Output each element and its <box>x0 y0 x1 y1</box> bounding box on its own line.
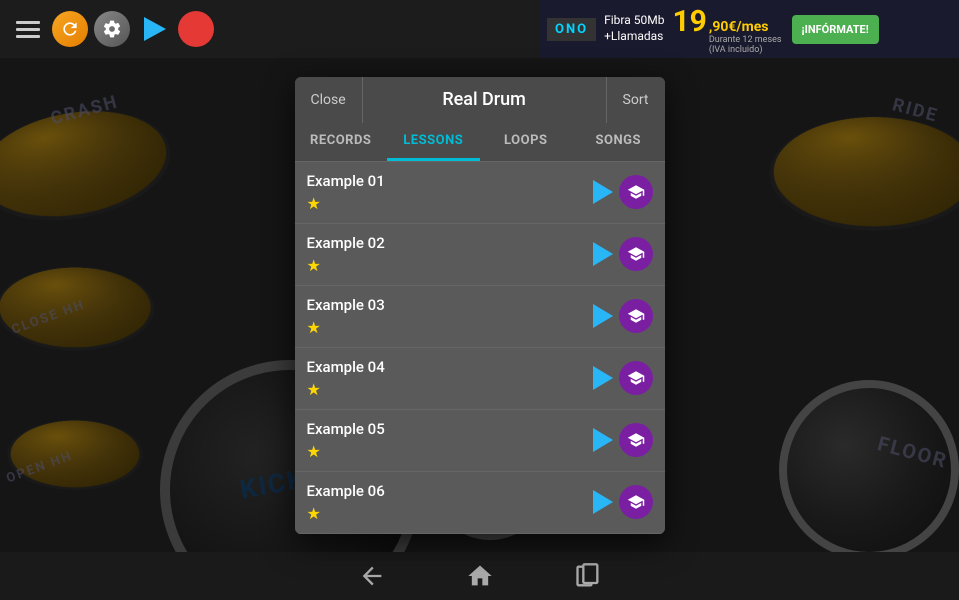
menu-button[interactable] <box>10 11 46 47</box>
modal-overlay: Close Real Drum Sort RECORDS LESSONS LOO… <box>0 58 959 552</box>
song-actions <box>593 485 653 519</box>
song-item-1: Example 01 ★ <box>295 162 665 224</box>
ad-price-note1: Durante 12 meses <box>709 35 782 45</box>
close-button[interactable]: Close <box>295 77 363 123</box>
back-button[interactable] <box>358 562 386 590</box>
song-play-button[interactable] <box>593 242 613 266</box>
song-info: Example 04 ★ <box>307 358 593 399</box>
song-actions <box>593 361 653 395</box>
tab-songs[interactable]: SONGS <box>572 123 665 161</box>
song-item-4: Example 04 ★ <box>295 348 665 410</box>
modal-tabs: RECORDS LESSONS LOOPS SONGS <box>295 123 665 162</box>
song-name: Example 05 <box>307 420 593 438</box>
song-actions <box>593 237 653 271</box>
refresh-button[interactable] <box>52 11 88 47</box>
tab-loops[interactable]: LOOPS <box>480 123 573 161</box>
song-lesson-button[interactable] <box>619 423 653 457</box>
song-item-2: Example 02 ★ <box>295 224 665 286</box>
sort-button[interactable]: Sort <box>606 77 665 123</box>
song-lesson-button[interactable] <box>619 299 653 333</box>
song-actions <box>593 423 653 457</box>
song-actions <box>593 299 653 333</box>
song-lesson-button[interactable] <box>619 237 653 271</box>
modal-title: Real Drum <box>363 89 606 110</box>
song-info: Example 05 ★ <box>307 420 593 461</box>
song-star: ★ <box>307 504 593 523</box>
song-info: Example 03 ★ <box>307 296 593 337</box>
song-name: Example 01 <box>307 172 593 190</box>
song-list: Example 01 ★ Example 02 ★ <box>295 162 665 534</box>
song-play-button[interactable] <box>593 490 613 514</box>
song-star: ★ <box>307 194 593 213</box>
song-play-button[interactable] <box>593 304 613 328</box>
song-name: Example 03 <box>307 296 593 314</box>
song-lesson-button[interactable] <box>619 361 653 395</box>
song-info: Example 01 ★ <box>307 172 593 213</box>
song-play-button[interactable] <box>593 428 613 452</box>
ad-price: 19 <box>672 4 706 39</box>
play-button[interactable] <box>136 11 172 47</box>
song-star: ★ <box>307 442 593 461</box>
song-star: ★ <box>307 380 593 399</box>
ad-banner[interactable]: ONO Fibra 50Mb +Llamadas 19 ,90€/mes Dur… <box>539 0 959 58</box>
settings-button[interactable] <box>94 11 130 47</box>
song-name: Example 02 <box>307 234 593 252</box>
song-name: Example 04 <box>307 358 593 376</box>
bottom-nav <box>0 552 959 600</box>
ad-text: Fibra 50Mb +Llamadas <box>604 13 664 44</box>
modal-header: Close Real Drum Sort <box>295 77 665 123</box>
ad-logo: ONO <box>547 18 596 41</box>
song-lesson-button[interactable] <box>619 485 653 519</box>
song-info: Example 02 ★ <box>307 234 593 275</box>
ad-price-note2: (IVA incluido) <box>709 45 782 55</box>
song-play-button[interactable] <box>593 180 613 204</box>
ad-price-decimal: ,90€/mes <box>709 19 782 35</box>
song-item-5: Example 05 ★ <box>295 410 665 472</box>
top-toolbar: ONO Fibra 50Mb +Llamadas 19 ,90€/mes Dur… <box>0 0 959 58</box>
song-lesson-button[interactable] <box>619 175 653 209</box>
song-star: ★ <box>307 318 593 337</box>
song-star: ★ <box>307 256 593 275</box>
home-button[interactable] <box>466 562 494 590</box>
tab-lessons[interactable]: LESSONS <box>387 123 480 161</box>
recent-apps-button[interactable] <box>574 562 602 590</box>
song-item-3: Example 03 ★ <box>295 286 665 348</box>
song-item-6: Example 06 ★ <box>295 472 665 534</box>
song-play-button[interactable] <box>593 366 613 390</box>
ad-cta-button[interactable]: ¡INFÓRMATE! <box>792 15 879 44</box>
song-info: Example 06 ★ <box>307 482 593 523</box>
tab-records[interactable]: RECORDS <box>295 123 388 161</box>
record-button[interactable] <box>178 11 214 47</box>
song-modal: Close Real Drum Sort RECORDS LESSONS LOO… <box>295 77 665 534</box>
song-name: Example 06 <box>307 482 593 500</box>
song-actions <box>593 175 653 209</box>
